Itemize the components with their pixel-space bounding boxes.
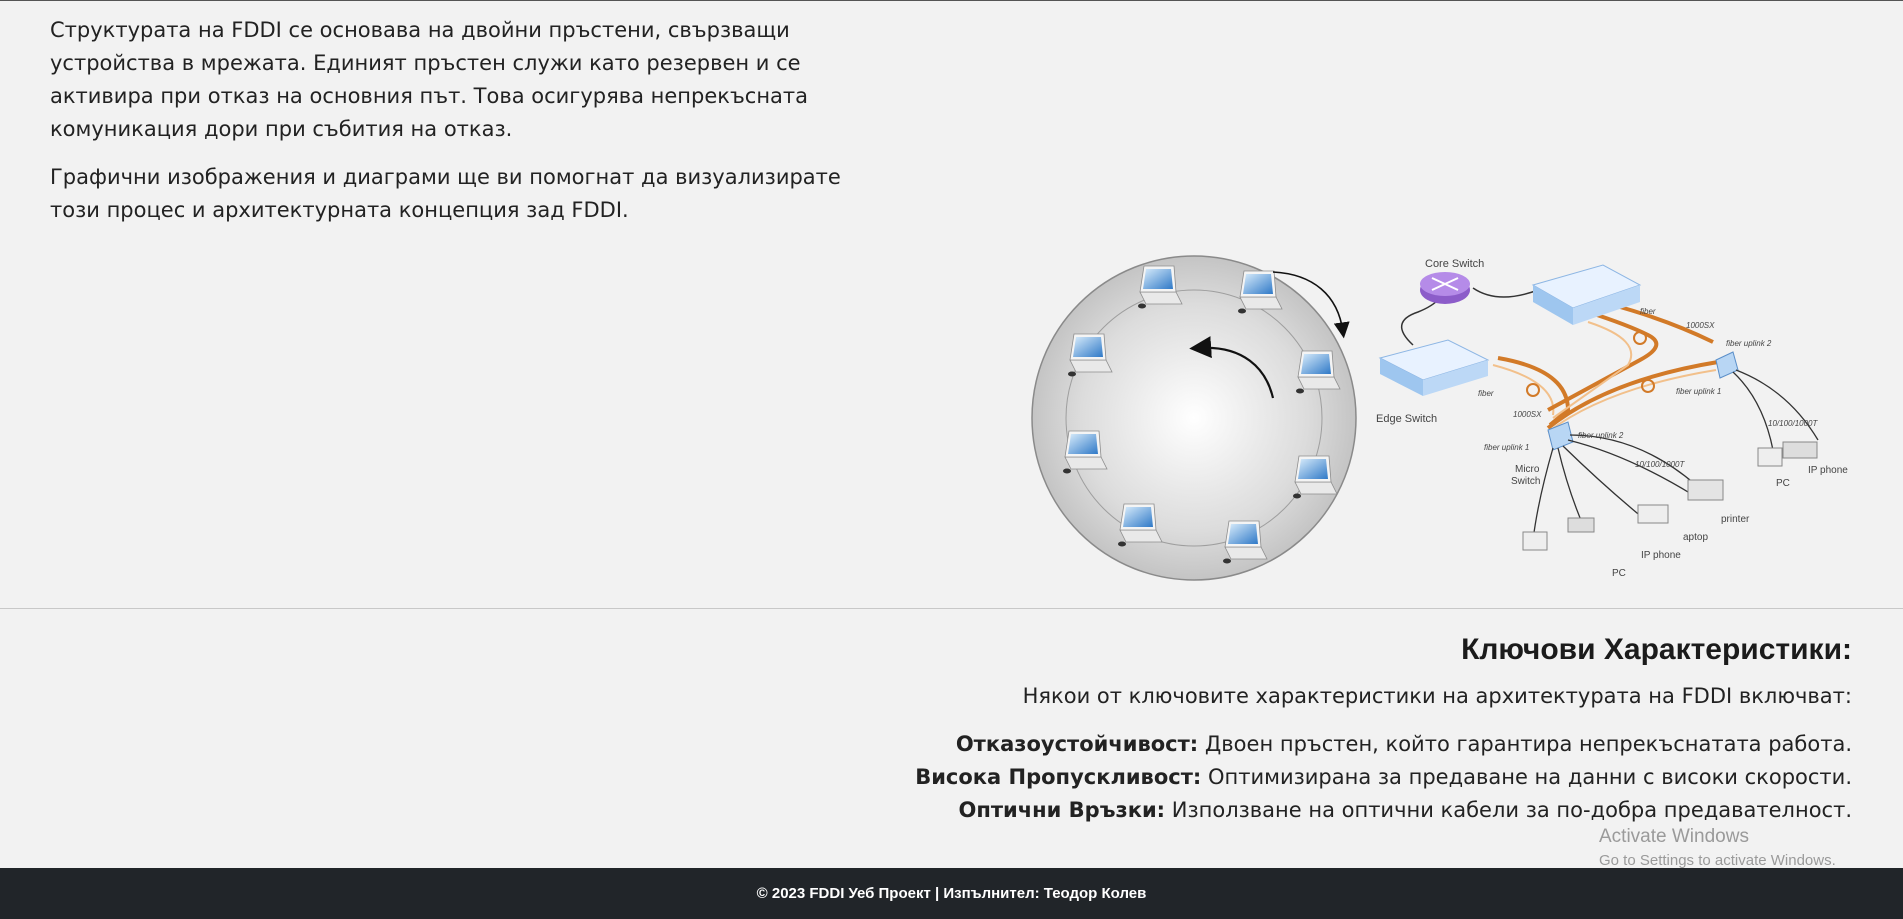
micro-switch-label-1: Micro xyxy=(1515,464,1540,475)
key-features-section: Ключови Характеристики: Някои от ключови… xyxy=(752,630,1852,827)
feature-term: Отказоустойчивост: xyxy=(955,732,1199,756)
feature-description: Използване на оптични кабели за по-добра… xyxy=(1165,798,1852,822)
fiber-network-topology-diagram-icon: Core Switch Edge Switch Micro Switch fib… xyxy=(1376,258,1848,579)
feature-term: Оптични Връзки: xyxy=(958,798,1166,822)
fiber-label-a: fiber xyxy=(1478,389,1494,398)
feature-description: Оптимизирана за предаване на данни с вис… xyxy=(1201,765,1852,789)
intro-paragraph-graphics: Графични изображения и диаграми ще ви по… xyxy=(50,165,841,222)
section-divider xyxy=(0,608,1903,609)
feature-item-fault-tolerance: Отказоустойчивост: Двоен пръстен, който … xyxy=(752,728,1852,761)
feature-item-high-throughput: Висока Пропускливост: Оптимизирана за пр… xyxy=(752,761,1852,794)
activate-windows-title: Activate Windows xyxy=(1599,826,1749,847)
laptop-label: aptop xyxy=(1683,532,1708,543)
sx-label-a: 1000SX xyxy=(1513,410,1542,419)
feature-term: Висока Пропускливост: xyxy=(915,765,1202,789)
uplink-2-top-label: fiber uplink 2 xyxy=(1726,339,1772,348)
uplink-1-bottom-label: fiber uplink 1 xyxy=(1484,443,1529,452)
speed-label-a: 10/100/1000T xyxy=(1768,419,1818,428)
top-divider xyxy=(0,0,1903,1)
micro-switch-label-2: Switch xyxy=(1511,476,1540,487)
pc-label-b: PC xyxy=(1612,568,1626,579)
footer-copyright: © 2023 FDDI Уеб Проект | Изпълнител: Тео… xyxy=(756,885,1147,902)
fddi-figure: Core Switch Edge Switch Micro Switch fib… xyxy=(1028,250,1858,585)
fiber-label-b: fiber xyxy=(1640,307,1656,316)
edge-switch-label: Edge Switch xyxy=(1376,413,1437,425)
feature-description: Двоен пръстен, който гарантира непрекъсн… xyxy=(1198,732,1852,756)
printer-label: printer xyxy=(1721,514,1750,525)
ip-phone-label-a: IP phone xyxy=(1808,465,1848,476)
speed-label-b: 10/100/1000T xyxy=(1635,460,1685,469)
intro-paragraph-structure: Структурата на FDDI се основава на двойн… xyxy=(50,18,809,141)
feature-item-optical-links: Оптични Връзки: Използване на оптични ка… xyxy=(752,794,1852,827)
uplink-2-bottom-label: fiber uplink 2 xyxy=(1578,431,1624,440)
pc-label-a: PC xyxy=(1776,478,1790,489)
core-switch-label: Core Switch xyxy=(1425,258,1484,270)
key-features-list: Отказоустойчивост: Двоен пръстен, който … xyxy=(752,728,1852,827)
intro-section: Структурата на FDDI се основава на двойн… xyxy=(50,14,870,227)
key-features-heading: Ключови Характеристики: xyxy=(1461,633,1852,666)
key-features-lead: Някои от ключовите характеристики на арх… xyxy=(1022,684,1852,708)
activate-windows-watermark: Activate Windows Go to Settings to activ… xyxy=(1599,825,1836,871)
page-footer: © 2023 FDDI Уеб Проект | Изпълнител: Тео… xyxy=(0,868,1903,919)
sx-label-b: 1000SX xyxy=(1686,321,1715,330)
token-ring-laptops-diagram-icon xyxy=(1031,255,1357,581)
uplink-1-top-label: fiber uplink 1 xyxy=(1676,387,1721,396)
ip-phone-label-b: IP phone xyxy=(1641,550,1681,561)
